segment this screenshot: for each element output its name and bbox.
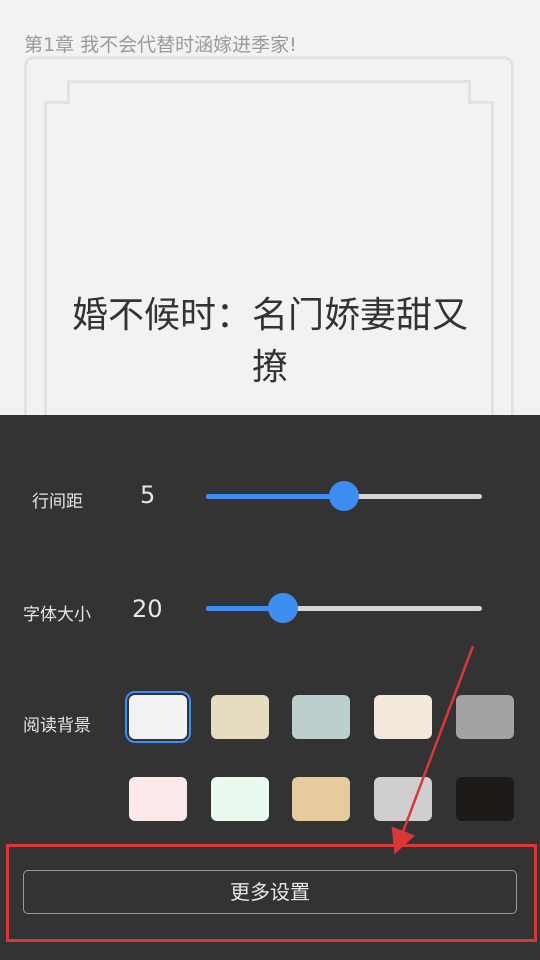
annotation-arrow: [391, 645, 475, 855]
